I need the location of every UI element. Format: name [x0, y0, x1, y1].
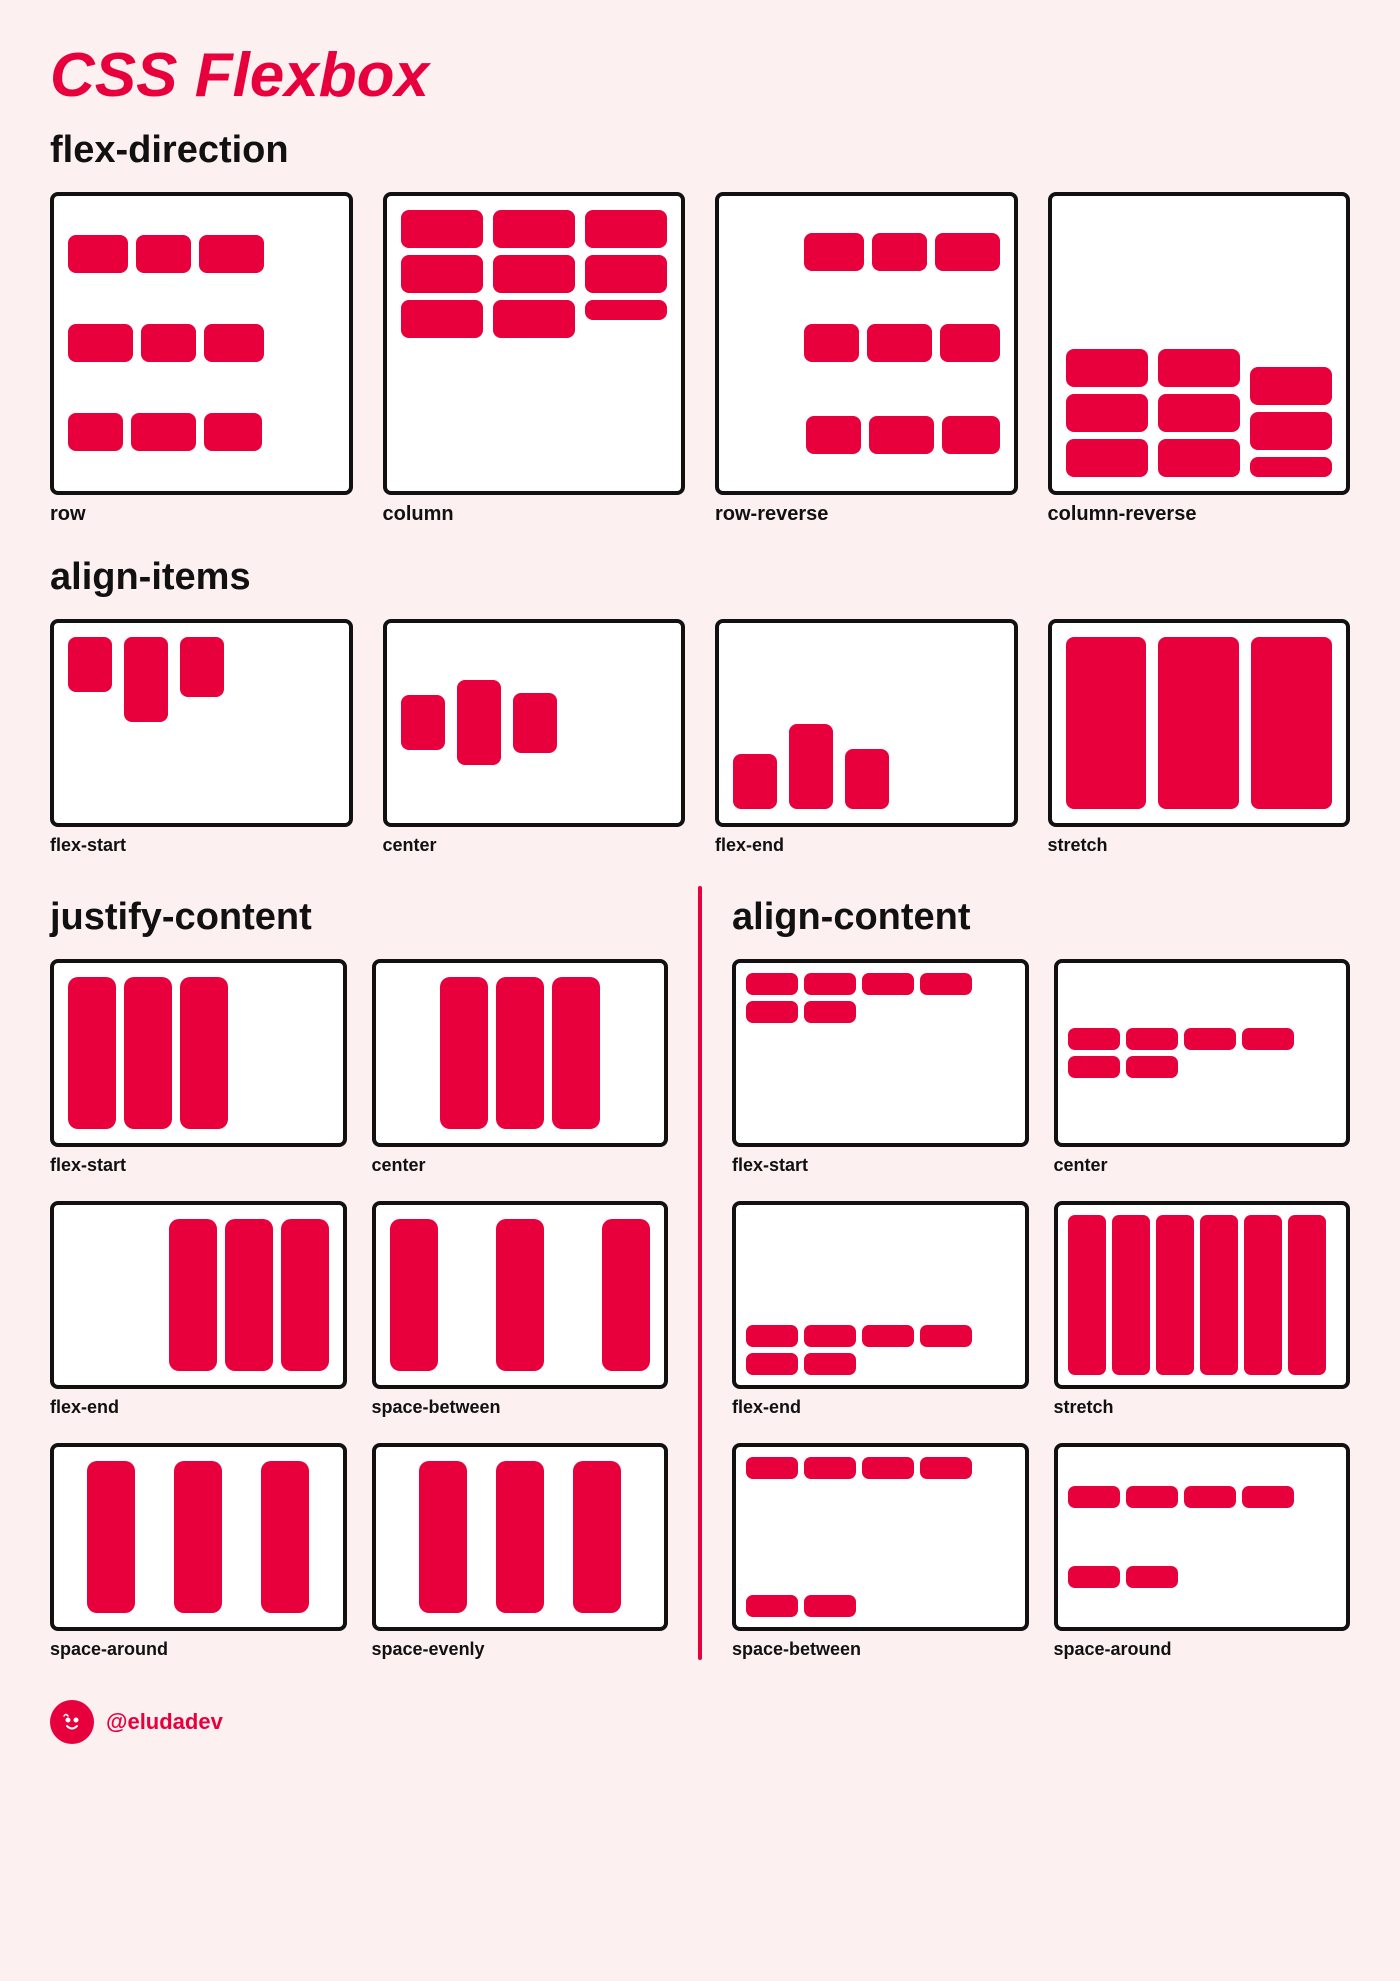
ac-flex-start-demo [736, 963, 1025, 1143]
ai-stretch-box [1048, 619, 1351, 827]
ai-center-label: center [383, 835, 686, 856]
ai-center-box [383, 619, 686, 827]
jc-space-between-demo [376, 1205, 665, 1385]
ac-space-between-box [732, 1443, 1029, 1631]
ai-flex-end-item: flex-end [715, 619, 1018, 856]
jc-space-around-box [50, 1443, 347, 1631]
ac-grid: flex-start center [732, 959, 1350, 1660]
align-items-section: align-items flex-start cente [50, 556, 1350, 856]
ai-stretch-label: stretch [1048, 835, 1351, 856]
jc-flex-end-label: flex-end [50, 1397, 347, 1418]
align-items-grid: flex-start center flex-end [50, 619, 1350, 856]
jc-space-between-label: space-between [372, 1397, 669, 1418]
logo-icon [58, 1708, 86, 1736]
ac-space-between-item: space-between [732, 1443, 1029, 1660]
jc-flex-start-demo [54, 963, 343, 1143]
ai-flex-end-demo [719, 623, 1014, 823]
fd-column-reverse-label: column-reverse [1048, 503, 1351, 526]
jc-flex-end-item: flex-end [50, 1201, 347, 1418]
align-content-title: align-content [732, 896, 1350, 939]
jc-flex-start-item: flex-start [50, 959, 347, 1176]
page-title: CSS Flexbox [50, 40, 1350, 111]
footer-handle: @eludadev [106, 1709, 223, 1735]
ai-flex-end-label: flex-end [715, 835, 1018, 856]
justify-content-title: justify-content [50, 896, 668, 939]
jc-flex-start-box [50, 959, 347, 1147]
ai-center-demo [387, 623, 682, 823]
ac-space-around-box [1054, 1443, 1351, 1631]
ac-center-label: center [1054, 1155, 1351, 1176]
ai-flex-start-box [50, 619, 353, 827]
ac-stretch-demo [1058, 1205, 1347, 1385]
ac-flex-start-label: flex-start [732, 1155, 1029, 1176]
ac-flex-end-box [732, 1201, 1029, 1389]
ac-flex-end-demo [736, 1205, 1025, 1385]
jc-flex-end-demo [54, 1205, 343, 1385]
jc-space-evenly-box [372, 1443, 669, 1631]
fd-column-reverse-item: column-reverse [1048, 192, 1351, 526]
section-divider [698, 886, 702, 1660]
jc-space-between-item: space-between [372, 1201, 669, 1418]
fd-column-demo [387, 196, 682, 491]
jc-space-evenly-demo [376, 1447, 665, 1627]
ac-space-between-label: space-between [732, 1639, 1029, 1660]
fd-col-rev-demo [1052, 196, 1347, 491]
fd-row-reverse-label: row-reverse [715, 503, 1018, 526]
ac-stretch-box [1054, 1201, 1351, 1389]
fd-row-label: row [50, 503, 353, 526]
fd-column-label: column [383, 503, 686, 526]
fd-row-reverse-box [715, 192, 1018, 495]
jc-space-evenly-item: space-evenly [372, 1443, 669, 1660]
jc-space-around-item: space-around [50, 1443, 347, 1660]
jc-center-item: center [372, 959, 669, 1176]
align-content-section: align-content flex-start [732, 886, 1350, 1660]
ac-flex-end-label: flex-end [732, 1397, 1029, 1418]
ai-stretch-demo [1052, 623, 1347, 823]
ac-center-demo [1058, 963, 1347, 1143]
fd-row-box [50, 192, 353, 495]
flex-direction-section: flex-direction [50, 129, 1350, 526]
ai-flex-end-box [715, 619, 1018, 827]
ac-flex-start-item: flex-start [732, 959, 1029, 1176]
fd-row-reverse-item: row-reverse [715, 192, 1018, 526]
ac-space-around-label: space-around [1054, 1639, 1351, 1660]
jc-flex-start-label: flex-start [50, 1155, 347, 1176]
jc-flex-end-box [50, 1201, 347, 1389]
flex-direction-title: flex-direction [50, 129, 1350, 172]
ac-stretch-label: stretch [1054, 1397, 1351, 1418]
ac-space-around-item: space-around [1054, 1443, 1351, 1660]
flex-direction-grid: row [50, 192, 1350, 526]
ai-stretch-item: stretch [1048, 619, 1351, 856]
ac-flex-start-box [732, 959, 1029, 1147]
jc-center-box [372, 959, 669, 1147]
ac-stretch-item: stretch [1054, 1201, 1351, 1418]
ai-flex-start-demo [54, 623, 349, 823]
ac-space-between-demo [736, 1447, 1025, 1627]
ai-flex-start-label: flex-start [50, 835, 353, 856]
bottom-sections: justify-content flex-start [50, 886, 1350, 1660]
jc-center-label: center [372, 1155, 669, 1176]
fd-row-rev-demo [719, 196, 1014, 491]
fd-row-demo [54, 196, 349, 491]
jc-space-between-box [372, 1201, 669, 1389]
align-items-title: align-items [50, 556, 1350, 599]
fd-column-item: column [383, 192, 686, 526]
fd-row-item: row [50, 192, 353, 526]
jc-grid: flex-start center [50, 959, 668, 1660]
fd-column-reverse-box [1048, 192, 1351, 495]
ac-center-item: center [1054, 959, 1351, 1176]
ac-center-box [1054, 959, 1351, 1147]
jc-center-demo [376, 963, 665, 1143]
ai-center-item: center [383, 619, 686, 856]
jc-space-evenly-label: space-evenly [372, 1639, 669, 1660]
justify-content-section: justify-content flex-start [50, 886, 668, 1660]
jc-space-around-demo [54, 1447, 343, 1627]
ac-flex-end-item: flex-end [732, 1201, 1029, 1418]
ac-space-around-demo [1058, 1447, 1347, 1627]
jc-space-around-label: space-around [50, 1639, 347, 1660]
footer: @eludadev [50, 1700, 1350, 1744]
ai-flex-start-item: flex-start [50, 619, 353, 856]
fd-column-box [383, 192, 686, 495]
footer-logo [50, 1700, 94, 1744]
